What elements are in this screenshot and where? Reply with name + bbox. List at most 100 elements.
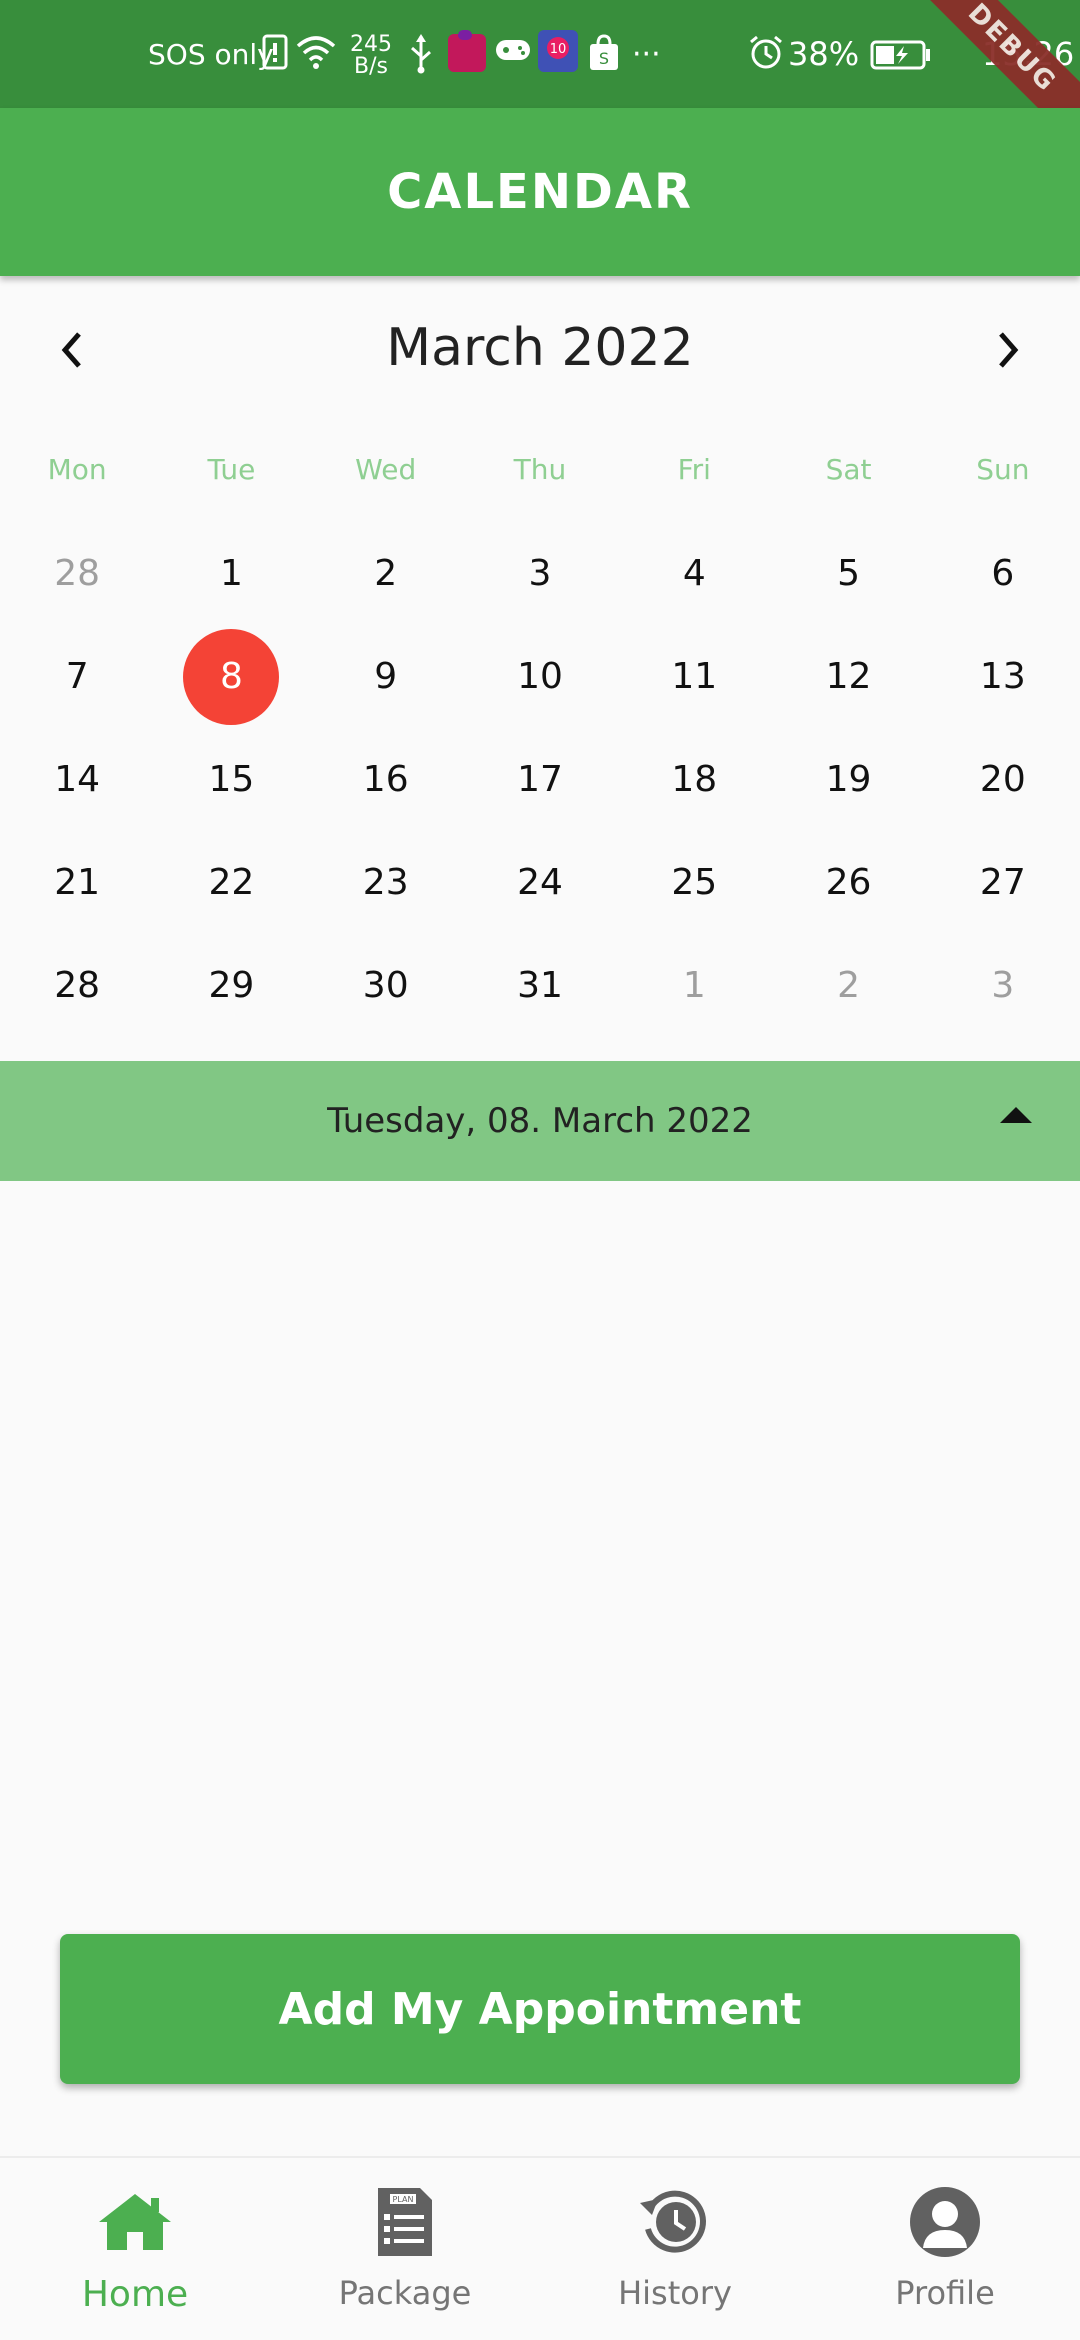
day-number: 8: [219, 656, 243, 697]
add-appointment-button[interactable]: Add My Appointment: [60, 1934, 1020, 2084]
day-number: 27: [979, 862, 1026, 903]
day-cell[interactable]: 20: [926, 728, 1080, 831]
day-cell[interactable]: 25: [617, 831, 771, 934]
day-cell[interactable]: 9: [309, 625, 463, 728]
day-cell[interactable]: 31: [463, 934, 617, 1037]
day-cell[interactable]: 2: [771, 934, 925, 1037]
week-row: 28 1 2 3 4 5 6: [0, 522, 1080, 625]
usb-icon: [408, 34, 434, 78]
nav-item-package[interactable]: PLAN Package: [270, 2158, 540, 2340]
nav-item-history[interactable]: History: [540, 2158, 810, 2340]
plan-document-icon: PLAN: [365, 2182, 445, 2262]
day-number: 19: [825, 759, 872, 800]
day-number: 31: [517, 965, 563, 1006]
network-speed: 245 B/s: [350, 34, 392, 78]
day-cell[interactable]: 30: [309, 934, 463, 1037]
weekday-label: Sat: [825, 453, 872, 486]
weekday-header: Mon Tue Wed Thu Fri Sat Sun: [0, 440, 1080, 500]
week-row: 21 22 23 24 25 26 27: [0, 831, 1080, 934]
day-cell[interactable]: 12: [771, 625, 925, 728]
day-number: 22: [208, 862, 255, 903]
wifi-icon: [296, 34, 336, 74]
day-number: 2: [374, 553, 398, 594]
next-month-button[interactable]: [978, 320, 1038, 380]
day-number: 16: [362, 759, 409, 800]
day-cell[interactable]: 26: [771, 831, 925, 934]
day-cell[interactable]: 29: [154, 934, 308, 1037]
day-cell[interactable]: 17: [463, 728, 617, 831]
bottom-navigation: Home PLAN Package History Profile: [0, 2156, 1080, 2340]
day-cell[interactable]: 2: [309, 522, 463, 625]
day-cell[interactable]: 6: [926, 522, 1080, 625]
day-number: 12: [825, 656, 872, 697]
shopping-bag-icon: S: [588, 34, 620, 76]
day-cell[interactable]: 28: [0, 522, 154, 625]
day-number: 29: [208, 965, 255, 1006]
puzzle-app-icon: [446, 30, 488, 78]
collapse-arrow-icon[interactable]: [1000, 1107, 1032, 1123]
network-speed-unit: B/s: [354, 54, 388, 79]
day-number: 20: [979, 759, 1026, 800]
day-cell[interactable]: 1: [154, 522, 308, 625]
day-cell[interactable]: 10: [463, 625, 617, 728]
day-number: 15: [208, 759, 255, 800]
day-number: 24: [517, 862, 563, 903]
day-cell[interactable]: 22: [154, 831, 308, 934]
day-number: 28: [54, 553, 101, 594]
history-icon: [635, 2182, 715, 2262]
day-cell[interactable]: 19: [771, 728, 925, 831]
day-number: 2: [837, 965, 860, 1006]
day-cell[interactable]: 5: [771, 522, 925, 625]
battery-percent: 38%: [788, 35, 860, 73]
profile-icon: [905, 2182, 985, 2262]
battery-charging-icon: [870, 40, 932, 74]
month-title: March 2022: [386, 318, 694, 378]
nav-item-home[interactable]: Home: [0, 2158, 270, 2340]
day-number: 23: [362, 862, 409, 903]
alarm-icon: [748, 34, 784, 74]
day-number: 17: [517, 759, 563, 800]
day-number: 13: [979, 656, 1026, 697]
week-row: 14 15 16 17 18 19 20: [0, 728, 1080, 831]
weekday-label: Tue: [207, 453, 256, 486]
day-number: 26: [825, 862, 872, 903]
day-cell[interactable]: 24: [463, 831, 617, 934]
day-cell[interactable]: 4: [617, 522, 771, 625]
day-cell[interactable]: 7: [0, 625, 154, 728]
day-cell[interactable]: 3: [463, 522, 617, 625]
day-number: 25: [671, 862, 718, 903]
selected-day-cell[interactable]: 8: [154, 625, 308, 728]
day-cell[interactable]: 13: [926, 625, 1080, 728]
add-appointment-label: Add My Appointment: [278, 1983, 802, 2035]
status-bar: SOS only 245 B/s 10 S ··· 38% 15:26 DEBU…: [0, 0, 1080, 108]
day-cell[interactable]: 14: [0, 728, 154, 831]
nav-label-profile: Profile: [895, 2274, 995, 2312]
day-cell[interactable]: 1: [617, 934, 771, 1037]
more-notifications: ···: [632, 36, 661, 72]
nav-label-home: Home: [81, 2274, 189, 2315]
day-cell[interactable]: 16: [309, 728, 463, 831]
day-number: 3: [991, 965, 1015, 1006]
calendar-grid: 28 1 2 3 4 5 6 7 8 9 10 11 12 13 14 15 1…: [0, 522, 1080, 1037]
day-number: 3: [528, 553, 552, 594]
day-number: 14: [54, 759, 101, 800]
selected-date-bar[interactable]: Tuesday, 08. March 2022: [0, 1061, 1080, 1181]
month-header: March 2022: [0, 300, 1080, 396]
day-cell[interactable]: 27: [926, 831, 1080, 934]
nav-item-profile[interactable]: Profile: [810, 2158, 1080, 2340]
day-cell[interactable]: 11: [617, 625, 771, 728]
carrier-status: SOS only: [148, 37, 274, 71]
day-number: 7: [65, 656, 89, 697]
weekday-label: Fri: [677, 453, 711, 486]
day-cell[interactable]: 23: [309, 831, 463, 934]
day-cell[interactable]: 15: [154, 728, 308, 831]
day-cell[interactable]: 18: [617, 728, 771, 831]
sim-alert-icon: [262, 34, 288, 74]
day-cell[interactable]: 21: [0, 831, 154, 934]
chevron-left-icon: [61, 332, 81, 368]
week-row: 7 8 9 10 11 12 13: [0, 625, 1080, 728]
day-cell[interactable]: 28: [0, 934, 154, 1037]
svg-text:10: 10: [550, 42, 567, 57]
previous-month-button[interactable]: [42, 320, 102, 380]
day-cell[interactable]: 3: [926, 934, 1080, 1037]
